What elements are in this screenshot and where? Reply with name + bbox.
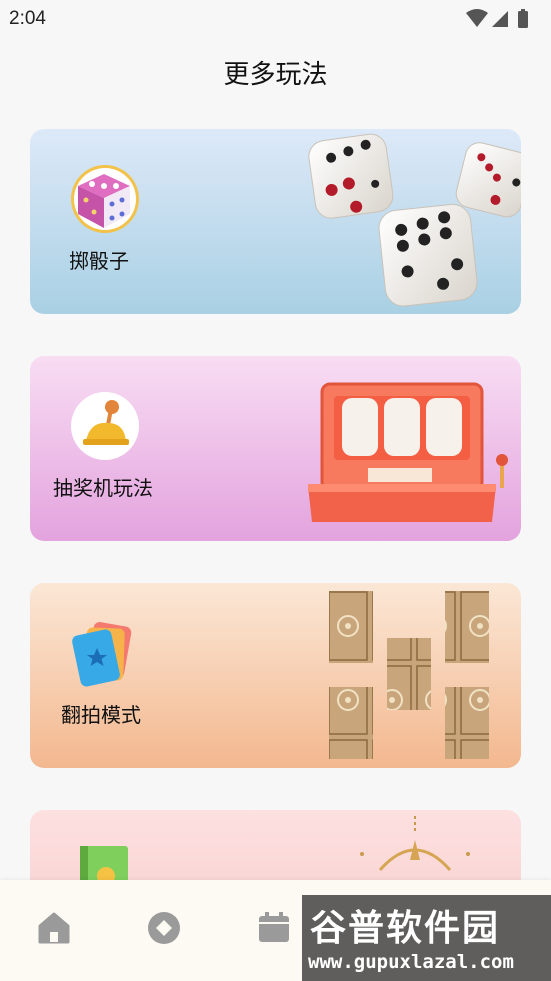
- home-icon[interactable]: [36, 910, 76, 950]
- card-flip-label: 翻拍模式: [61, 703, 141, 727]
- sun-illustration: [360, 816, 470, 871]
- battery-icon: [518, 11, 528, 28]
- status-icons: [464, 8, 539, 34]
- joystick-icon: [70, 391, 140, 461]
- dice-illustration: [308, 133, 521, 307]
- card-slot-machine[interactable]: 抽奖机玩法: [30, 356, 521, 541]
- card-slot-label: 抽奖机玩法: [53, 476, 153, 500]
- card-flip-mode[interactable]: 翻拍模式: [30, 583, 521, 768]
- signal-icon: [492, 11, 508, 27]
- compass-icon[interactable]: [146, 910, 186, 950]
- slot-machine-illustration: [308, 382, 508, 522]
- watermark-url: www.gupuxlazal.com: [308, 951, 514, 973]
- cards-icon: [70, 618, 140, 688]
- watermark-title: 谷普软件园: [310, 908, 501, 949]
- tarot-cards-illustration: [329, 591, 489, 759]
- status-bar: 2:04: [0, 0, 551, 38]
- wifi-icon: [466, 9, 488, 27]
- card-dice-label: 掷骰子: [69, 249, 129, 273]
- watermark-logo: 谷普软件园 www.gupuxlazal.com: [302, 895, 551, 981]
- card-dice[interactable]: 掷骰子: [30, 129, 521, 314]
- page-title: 更多玩法: [223, 60, 328, 90]
- dice-icon: [70, 164, 140, 234]
- status-time: 2:04: [9, 8, 46, 29]
- calendar-icon[interactable]: [256, 910, 296, 950]
